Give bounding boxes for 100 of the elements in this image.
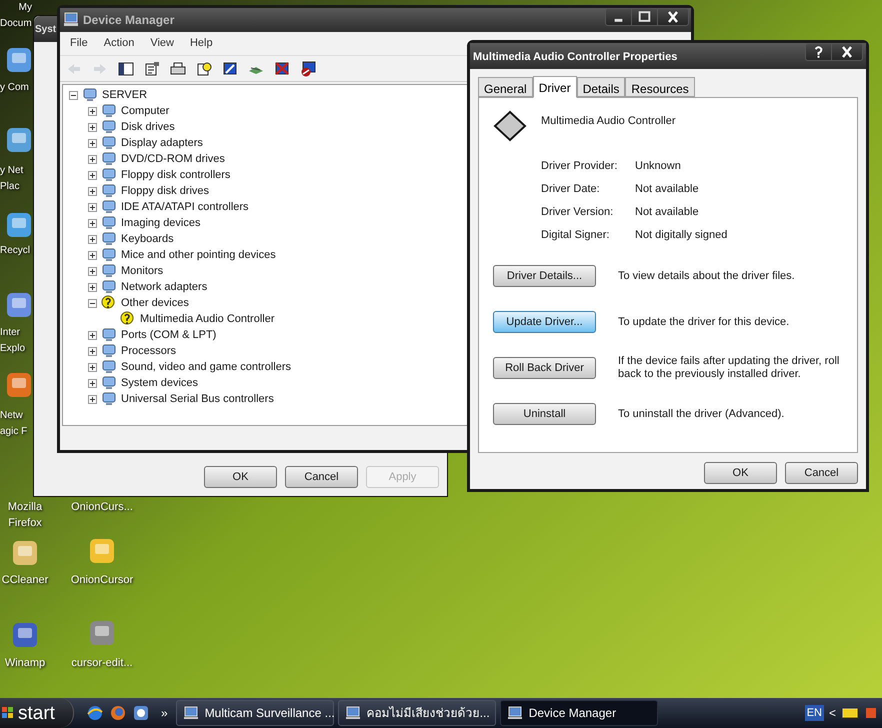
expand-toggle[interactable] bbox=[88, 378, 97, 388]
monitor-x-icon[interactable] bbox=[274, 60, 290, 76]
desktop-icon-label[interactable]: Inter Explo bbox=[0, 325, 32, 357]
dialog-button[interactable]: Cancel bbox=[285, 466, 358, 488]
tree-item[interactable]: Ports (COM & LPT) bbox=[121, 326, 216, 344]
tree-item[interactable]: DVD/CD-ROM drives bbox=[121, 150, 225, 168]
collapse-toggle[interactable] bbox=[69, 90, 78, 100]
properties-icon[interactable] bbox=[144, 60, 160, 76]
dialog-button[interactable]: OK bbox=[204, 466, 277, 488]
expand-toggle[interactable] bbox=[88, 234, 97, 244]
window-icon bbox=[506, 705, 523, 721]
desktop-icon[interactable] bbox=[4, 370, 34, 400]
desktop-icon[interactable] bbox=[4, 45, 34, 75]
expand-toggle[interactable] bbox=[88, 170, 97, 180]
language-indicator[interactable]: EN bbox=[804, 704, 824, 722]
tree-item[interactable]: Sound, video and game controllers bbox=[121, 358, 291, 376]
menu-item[interactable]: View bbox=[144, 35, 180, 52]
tree-item[interactable]: Computer bbox=[121, 102, 170, 120]
monitor-block-icon[interactable] bbox=[300, 60, 316, 76]
expand-toggle[interactable] bbox=[88, 282, 97, 292]
app-icon[interactable] bbox=[132, 704, 150, 722]
globe-icon[interactable] bbox=[86, 704, 104, 722]
tree-item[interactable]: Monitors bbox=[121, 262, 164, 280]
tree-item[interactable]: Keyboards bbox=[121, 230, 174, 248]
desktop-icon[interactable] bbox=[4, 290, 34, 320]
field-value: Unknown bbox=[635, 159, 681, 174]
tree-item[interactable]: Disk drives bbox=[121, 118, 175, 136]
expand-toggle[interactable] bbox=[88, 330, 97, 340]
tree-item[interactable]: Processors bbox=[121, 342, 176, 360]
diamond-icon bbox=[493, 110, 527, 142]
expand-toggle[interactable] bbox=[88, 266, 97, 276]
collapse-toggle[interactable] bbox=[88, 298, 97, 308]
tree-item[interactable]: Mice and other pointing devices bbox=[121, 246, 276, 264]
start-button[interactable]: start bbox=[0, 698, 74, 728]
action-description: To uninstall the driver (Advanced). bbox=[618, 408, 784, 420]
driver-action-button[interactable]: Uninstall bbox=[493, 403, 596, 425]
tray-expand-toggle[interactable]: < bbox=[828, 704, 836, 722]
expand-toggle[interactable] bbox=[88, 122, 97, 132]
help-icon[interactable] bbox=[196, 60, 212, 76]
window-title: Device Manager bbox=[83, 12, 174, 29]
panel-toggle-icon[interactable] bbox=[118, 60, 134, 76]
tab[interactable]: Resources bbox=[625, 77, 695, 97]
tree-item[interactable]: Floppy disk controllers bbox=[121, 166, 230, 184]
desktop-icon-label[interactable]: CCleaner bbox=[0, 572, 50, 588]
expand-toggle[interactable] bbox=[88, 154, 97, 164]
expand-toggle[interactable] bbox=[88, 250, 97, 260]
window-icon bbox=[182, 705, 199, 721]
window-title: Syst bbox=[35, 22, 56, 36]
dialog-button[interactable]: OK bbox=[704, 462, 777, 484]
tree-item[interactable]: System devices bbox=[121, 374, 198, 392]
tray-icon[interactable] bbox=[841, 706, 859, 720]
desktop-icon[interactable] bbox=[4, 125, 34, 155]
field-value: Not available bbox=[635, 182, 699, 197]
desktop-icon-label[interactable]: y Com bbox=[0, 80, 32, 96]
tree-item[interactable]: Display adapters bbox=[121, 134, 203, 152]
desktop-icon[interactable] bbox=[4, 210, 34, 240]
tree-item[interactable]: SERVER bbox=[102, 86, 148, 104]
taskbar-task[interactable]: คอมไม่มีเสียงช่วยด้วย... bbox=[338, 700, 496, 726]
dialog-button[interactable]: Cancel bbox=[785, 462, 858, 484]
desktop-icon-label[interactable]: My Docum bbox=[0, 0, 32, 32]
desktop-icon-label[interactable]: y Net Plac bbox=[0, 163, 32, 195]
monitor-search-icon[interactable] bbox=[222, 60, 238, 76]
expand-toggle[interactable] bbox=[88, 202, 97, 212]
tree-item[interactable]: Multimedia Audio Controller bbox=[140, 310, 275, 328]
expand-toggle[interactable] bbox=[88, 362, 97, 372]
expand-toggle[interactable] bbox=[88, 346, 97, 356]
taskbar-task[interactable]: Device Manager bbox=[500, 700, 658, 726]
desktop-icon-label[interactable]: OnionCurs... bbox=[62, 499, 142, 515]
desktop-icon-label[interactable]: Recycl bbox=[0, 243, 32, 259]
tree-item[interactable]: Other devices bbox=[121, 294, 189, 312]
expand-toggle[interactable] bbox=[88, 138, 97, 148]
action-description: To view details about the driver files. bbox=[618, 270, 795, 282]
tab[interactable]: General bbox=[478, 77, 533, 97]
expand-toggle[interactable] bbox=[88, 218, 97, 228]
driver-action-button[interactable]: Roll Back Driver bbox=[493, 357, 596, 379]
expand-toggle[interactable] bbox=[88, 186, 97, 196]
taskbar-task[interactable]: Multicam Surveillance ... bbox=[176, 700, 334, 726]
menu-item[interactable]: Help bbox=[184, 35, 219, 52]
field-value: Not digitally signed bbox=[635, 228, 728, 243]
window-title: Multimedia Audio Controller Properties bbox=[473, 50, 678, 65]
tree-item[interactable]: Universal Serial Bus controllers bbox=[121, 390, 274, 408]
tree-item[interactable]: Network adapters bbox=[121, 278, 208, 296]
menu-item[interactable]: Action bbox=[98, 35, 140, 52]
expand-toggle[interactable] bbox=[88, 394, 97, 404]
tree-item[interactable]: Floppy disk drives bbox=[121, 182, 210, 200]
tree-item[interactable]: Imaging devices bbox=[121, 214, 200, 232]
tree-item[interactable]: IDE ATA/ATAPI controllers bbox=[121, 198, 249, 216]
menu-item[interactable]: File bbox=[64, 35, 94, 52]
computer-icon bbox=[63, 12, 79, 28]
driver-action-button[interactable]: Driver Details... bbox=[493, 265, 596, 287]
desktop-icon-label[interactable]: Netw agic F bbox=[0, 408, 32, 440]
expand-toggle[interactable] bbox=[88, 106, 97, 116]
tab[interactable]: Driver bbox=[532, 76, 577, 98]
overflow-chevron[interactable]: » bbox=[161, 704, 168, 722]
printer-icon[interactable] bbox=[170, 60, 186, 76]
fox-icon[interactable] bbox=[109, 704, 127, 722]
tab[interactable]: Details bbox=[576, 77, 626, 97]
field-label: Driver Provider: bbox=[541, 159, 618, 174]
desktop-icon-label[interactable]: Mozilla Firefox bbox=[0, 499, 50, 531]
driver-action-button[interactable]: Update Driver... bbox=[493, 311, 596, 333]
